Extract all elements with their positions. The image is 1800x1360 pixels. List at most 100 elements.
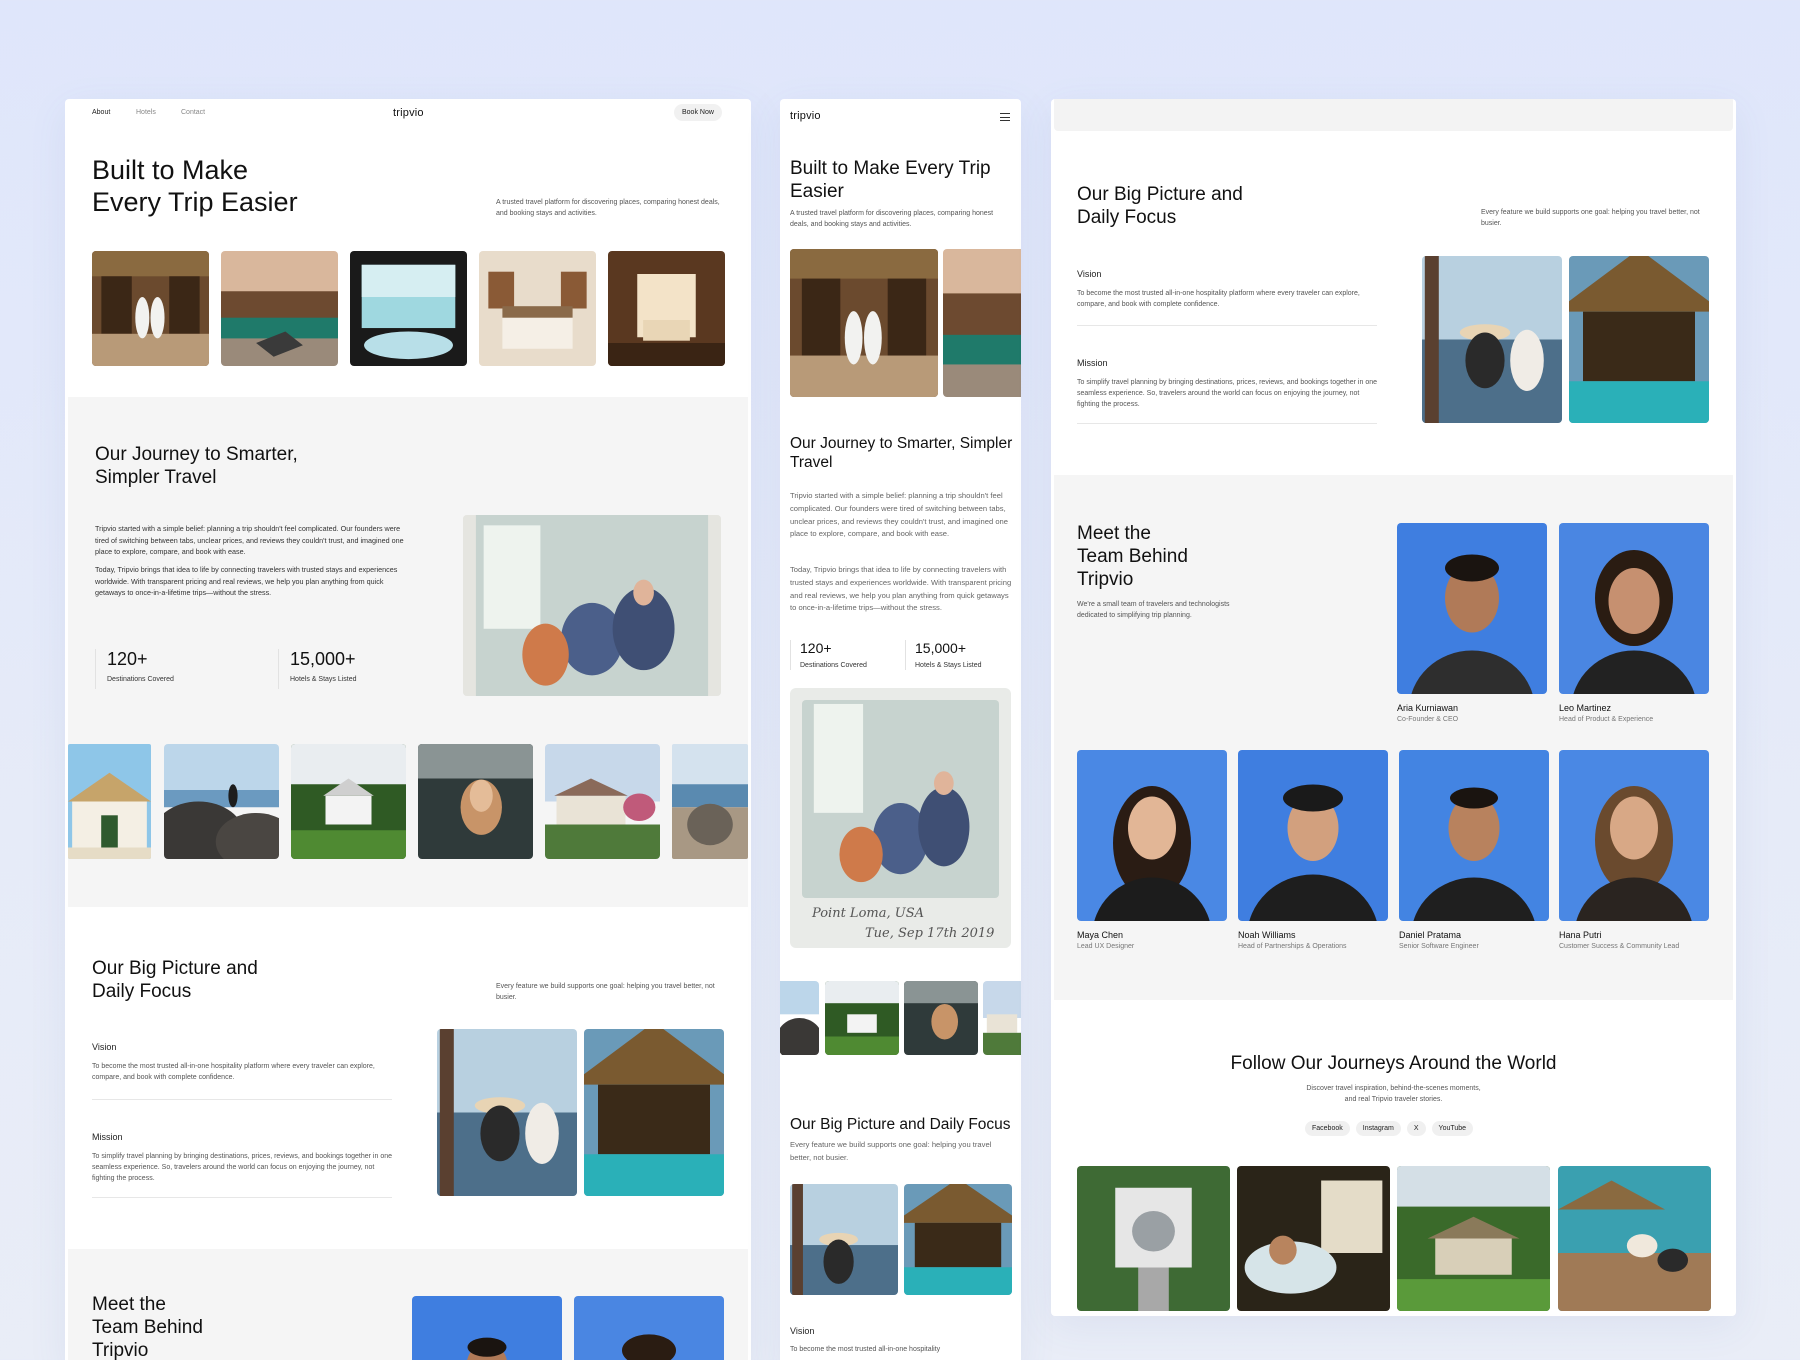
x-link[interactable]: X xyxy=(1406,1121,1426,1136)
follow-photo-bath xyxy=(1237,1166,1390,1311)
hero-photo-canopy-bed xyxy=(608,251,725,366)
focus-photo-thatched-pool-continued xyxy=(1569,256,1709,423)
hero-photo-couple xyxy=(92,251,209,366)
journey-paragraph-1: Tripvio started with a simple belief: pl… xyxy=(95,524,404,556)
team-name: Noah Williams xyxy=(1238,930,1296,940)
strip-photo-beach-girl xyxy=(418,744,533,859)
mobile-strip-photo-palm-house xyxy=(825,981,899,1055)
logo[interactable]: tripvio xyxy=(393,107,424,119)
team-name: Leo Martinez xyxy=(1559,703,1612,713)
mobile-stat-divider xyxy=(790,640,791,670)
strip-photo-hut xyxy=(68,744,151,859)
team-role: Head of Product & Experience xyxy=(1559,716,1654,723)
team-portrait-leo xyxy=(1559,523,1709,694)
mission-label-continued: Mission xyxy=(1077,358,1108,368)
instagram-link[interactable]: Instagram xyxy=(1355,1121,1401,1136)
follow-photo-palm-villa xyxy=(1397,1166,1550,1311)
mobile-hero-photo-villa xyxy=(943,249,1021,397)
team-portrait-leo-preview xyxy=(574,1296,724,1360)
nav-link-contact[interactable]: Contact xyxy=(181,109,205,116)
hero-photo-ocean-jacuzzi xyxy=(350,251,467,366)
mobile-vision-text: To become the most trusted all-in-one ho… xyxy=(790,1346,941,1353)
follow-title: Follow Our Journeys Around the World xyxy=(1230,1053,1557,1074)
mobile-vision-label: Vision xyxy=(790,1326,815,1336)
focus-title-continued: Our Big Picture and Daily Focus xyxy=(1077,184,1243,228)
social-links: Facebook Instagram X YouTube xyxy=(1305,1121,1474,1136)
mobile-hero-photo-couple xyxy=(790,249,938,397)
mobile-focus-photo-women xyxy=(790,1184,898,1295)
vision-label-continued: Vision xyxy=(1077,269,1102,279)
mobile-stat-destinations: 120+ Destinations Covered xyxy=(800,640,867,669)
focus-subtitle-continued: Every feature we build supports one goal… xyxy=(1481,209,1700,227)
stat-hotels: 15,000+ Hotels & Stays Listed xyxy=(290,649,357,683)
mobile-focus-title: Our Big Picture and Daily Focus xyxy=(790,1116,1011,1133)
vision-divider-continued xyxy=(1077,325,1377,326)
hero-photo-bedroom xyxy=(479,251,596,366)
mobile-journey-title: Our Journey to Smarter, Simpler Travel xyxy=(790,435,1013,471)
team-portrait-maya xyxy=(1077,750,1227,921)
mobile-polaroid-photo xyxy=(802,700,999,898)
team-portrait-aria xyxy=(1397,523,1547,694)
mobile-journey-paragraph-1: Tripvio started with a simple belief: pl… xyxy=(790,491,1008,539)
team-name: Aria Kurniawan xyxy=(1397,703,1459,713)
mobile-hero-subtitle: A trusted travel platform for discoverin… xyxy=(790,210,994,228)
vision-divider xyxy=(92,1099,392,1100)
strip-photo-rocks xyxy=(164,744,279,859)
team-role: Co-Founder & CEO xyxy=(1397,716,1459,723)
strip-photo-shore xyxy=(672,744,748,859)
mission-divider xyxy=(92,1197,392,1198)
team-role: Senior Software Engineer xyxy=(1399,943,1479,950)
mobile-polaroid: Point Loma, USA Tue, Sep 17th 2019 xyxy=(790,688,1011,948)
mobile-strip-photo-cottage xyxy=(983,981,1021,1055)
desktop-continued-frame: Our Big Picture and Daily Focus Every fe… xyxy=(1051,99,1736,1316)
team-portrait-hana xyxy=(1559,750,1709,921)
team-portrait-noah xyxy=(1238,750,1388,921)
stat-destinations: 120+ Destinations Covered xyxy=(107,649,174,683)
vision-text: To become the most trusted all-in-one ho… xyxy=(92,1063,375,1081)
focus-subtitle: Every feature we build supports one goal… xyxy=(496,983,715,1001)
stat-divider xyxy=(95,649,96,689)
follow-photo-beach-deck xyxy=(1558,1166,1711,1311)
mission-label: Mission xyxy=(92,1132,123,1142)
team-role: Lead UX Designer xyxy=(1077,943,1135,950)
polaroid-caption-place: Point Loma, USA xyxy=(812,906,924,921)
team-role: Head of Partnerships & Operations xyxy=(1238,943,1347,950)
team-portrait-aria-preview xyxy=(412,1296,562,1360)
hero-photo-villa-pool xyxy=(221,251,338,366)
nav-link-hotels[interactable]: Hotels xyxy=(136,109,156,116)
mobile-logo[interactable]: tripvio xyxy=(790,110,821,122)
youtube-link[interactable]: YouTube xyxy=(1431,1121,1474,1136)
mobile-hero-title: Built to Make Every Trip Easier xyxy=(790,158,991,202)
mobile-strip-photo-beach-girl xyxy=(904,981,978,1055)
team-name: Hana Putri xyxy=(1559,930,1602,940)
desktop-frame: About Hotels Contact tripvio Book Now Bu… xyxy=(65,99,751,1360)
mobile-stat-divider xyxy=(905,640,906,670)
focus-photo-thatched-pool xyxy=(584,1029,724,1196)
team-title: Meet the Team Behind Tripvio xyxy=(92,1294,203,1360)
stat-divider xyxy=(278,649,279,689)
mobile-focus-subtitle: Every feature we build supports one goal… xyxy=(790,1140,992,1162)
top-bar xyxy=(1054,99,1733,131)
mission-text-continued: To simplify travel planning by bringing … xyxy=(1077,379,1378,408)
facebook-link[interactable]: Facebook xyxy=(1305,1121,1350,1136)
book-now-button[interactable]: Book Now xyxy=(674,104,722,121)
journey-polaroid-photo xyxy=(463,515,721,696)
mobile-journey-paragraph-2: Today, Tripvio brings that idea to life … xyxy=(790,565,1012,613)
mobile-focus-photo-pool xyxy=(904,1184,1012,1295)
team-portrait-daniel xyxy=(1399,750,1549,921)
team-name: Maya Chen xyxy=(1077,930,1124,940)
team-name: Daniel Pratama xyxy=(1399,930,1462,940)
hamburger-menu-icon[interactable] xyxy=(1000,113,1010,121)
team-role: Customer Success & Community Lead xyxy=(1559,943,1680,950)
strip-photo-cottage xyxy=(545,744,660,859)
vision-label: Vision xyxy=(92,1042,117,1052)
mobile-strip-photo-rocks xyxy=(780,981,819,1055)
team-subtitle: We're a small team of travelers and tech… xyxy=(1077,601,1230,619)
focus-title: Our Big Picture and Daily Focus xyxy=(92,958,258,1002)
follow-subtitle: Discover travel inspiration, behind-the-… xyxy=(1306,1085,1481,1103)
focus-photo-women-dock-continued xyxy=(1422,256,1562,423)
hero-subtitle: A trusted travel platform for discoverin… xyxy=(496,199,720,217)
focus-photo-women-dock xyxy=(437,1029,577,1196)
nav-link-about[interactable]: About xyxy=(92,109,110,116)
mobile-frame: tripvio Built to Make Every Trip Easier … xyxy=(780,99,1021,1360)
